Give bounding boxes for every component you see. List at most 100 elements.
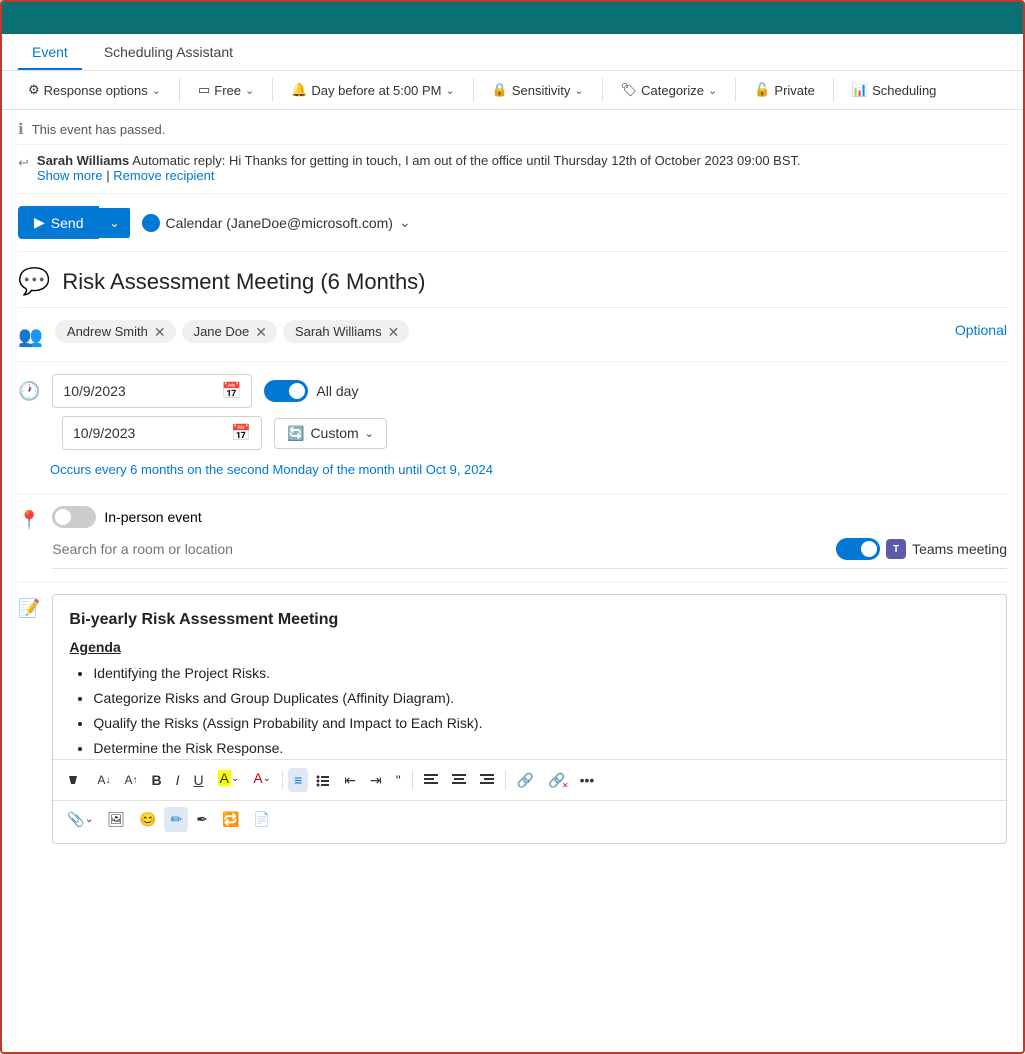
response-options-chevron: ⌄ (152, 84, 161, 97)
agenda-item-1: Identifying the Project Risks. (93, 663, 990, 684)
auto-reply-sender: Sarah Williams (37, 153, 129, 168)
italic-button[interactable]: I (170, 768, 186, 792)
reminder-button[interactable]: 🔔 Day before at 5:00 PM ⌄ (281, 77, 464, 103)
info-bar: ℹ This event has passed. (18, 110, 1007, 145)
teams-toggle[interactable] (836, 538, 880, 560)
quote-button[interactable]: " (390, 768, 407, 792)
recurrence-button[interactable]: 🔄 Custom ⌄ (274, 418, 387, 449)
attendee-tag-sarah: Sarah Williams ✕ (283, 320, 409, 343)
private-button[interactable]: 🔓 Private (744, 77, 825, 103)
reminder-chevron: ⌄ (445, 84, 454, 97)
scheduling-button[interactable]: 📊 Scheduling (842, 77, 947, 103)
datetime-row-start: 🕐 10/9/2023 📅 All day (18, 374, 1007, 408)
top-bar (2, 2, 1023, 34)
info-icon: ℹ (18, 120, 24, 138)
sensitivity-button[interactable]: 🔒 Sensitivity ⌄ (482, 77, 594, 103)
calendar-chevron: ⌄ (399, 214, 411, 231)
all-day-label: All day (316, 383, 358, 399)
show-as-chevron: ⌄ (245, 84, 254, 97)
auto-reply-text: Sarah Williams Automatic reply: Hi Thank… (37, 153, 801, 183)
inperson-label: In-person event (104, 509, 201, 525)
bold-button[interactable]: B (145, 768, 167, 792)
show-more-link[interactable]: Show more (37, 168, 103, 183)
indent-decrease-button[interactable]: ⇤ (338, 768, 362, 793)
location-search-input[interactable] (52, 541, 836, 557)
reminder-icon: 🔔 (291, 82, 307, 98)
end-cal-icon: 📅 (231, 423, 251, 443)
body-editor[interactable]: Bi-yearly Risk Assessment Meeting Agenda… (52, 594, 1007, 844)
response-options-icon: ⚙ (28, 82, 40, 98)
clock-icon: 🕐 (18, 381, 40, 402)
highlight-button[interactable]: A ⌄ (212, 766, 246, 794)
loop-button[interactable]: 🔁 (216, 807, 245, 832)
all-day-toggle-container: All day (264, 380, 358, 402)
tab-scheduling-assistant[interactable]: Scheduling Assistant (90, 34, 247, 70)
end-date-picker-wrapper: 10/9/2023 📅 (62, 416, 262, 450)
align-right-button[interactable] (474, 770, 500, 790)
remove-sarah-button[interactable]: ✕ (388, 325, 400, 339)
font-size-increase-button[interactable]: A↑ (118, 769, 143, 791)
start-cal-icon: 📅 (222, 381, 242, 401)
teams-icon: T (886, 539, 906, 559)
insert-link-button[interactable]: 🔗 (511, 768, 540, 793)
optional-label[interactable]: Optional (955, 322, 1007, 338)
meeting-title[interactable]: Risk Assessment Meeting (6 Months) (62, 269, 425, 295)
meeting-title-section: 💬 Risk Assessment Meeting (6 Months) (18, 252, 1007, 308)
calendar-dot (142, 214, 160, 232)
agenda-item-3: Qualify the Risks (Assign Probability an… (93, 713, 990, 734)
send-button-group: ▶ Send ⌄ (18, 206, 130, 239)
font-size-decrease-button[interactable]: A↓ (91, 769, 116, 791)
location-icon: 📍 (18, 510, 40, 531)
align-left-button[interactable] (418, 770, 444, 790)
remove-link-button[interactable]: 🔗✕ (542, 768, 571, 793)
agenda-heading: Agenda (69, 639, 990, 655)
align-center-button[interactable]: ≡ (288, 768, 308, 792)
tab-event[interactable]: Event (18, 34, 82, 70)
recurrence-info[interactable]: Occurs every 6 months on the second Mond… (18, 458, 1007, 481)
show-as-icon: ▭ (198, 82, 210, 98)
inperson-row: In-person event (52, 506, 1007, 528)
bullets-button[interactable] (310, 769, 336, 791)
location-content: In-person event T Teams meeting (52, 506, 1007, 569)
auto-reply-message: Automatic reply: Hi Thanks for getting i… (132, 153, 800, 168)
start-date-picker[interactable]: 10/9/2023 📅 (52, 374, 252, 408)
fmt-sep-2 (412, 770, 413, 790)
remove-recipient-link[interactable]: Remove recipient (113, 168, 214, 183)
align-center2-button[interactable] (446, 770, 472, 790)
template-button[interactable]: 📄 (247, 807, 276, 832)
send-dropdown-button[interactable]: ⌄ (99, 208, 129, 238)
end-date-picker[interactable]: 10/9/2023 📅 (62, 416, 262, 450)
attendees-icon: 👥 (18, 324, 43, 349)
draw-button[interactable]: ✒ (190, 807, 214, 832)
teams-row: T Teams meeting (836, 538, 1007, 560)
send-main-button[interactable]: ▶ Send (18, 206, 99, 239)
inperson-toggle[interactable] (52, 506, 96, 528)
indent-increase-button[interactable]: ⇥ (364, 768, 388, 793)
response-options-button[interactable]: ⚙ Response options ⌄ (18, 77, 171, 103)
underline-button[interactable]: U (187, 768, 209, 792)
auto-reply-bar: ↩ Sarah Williams Automatic reply: Hi Tha… (18, 145, 1007, 194)
datetime-section: 🕐 10/9/2023 📅 All day 10/9/20 (18, 362, 1007, 494)
calendar-selector[interactable]: Calendar (JaneDoe@microsoft.com) ⌄ (142, 214, 411, 232)
end-date-text: 10/9/2023 (73, 425, 223, 441)
clear-format-button[interactable] (61, 768, 89, 792)
all-day-toggle[interactable] (264, 380, 308, 402)
attendee-name-jane: Jane Doe (194, 324, 250, 339)
insert-image-button[interactable]: 🖼 (101, 807, 131, 832)
font-color-button[interactable]: A ⌄ (247, 766, 277, 794)
meeting-icon: 💬 (18, 266, 50, 297)
format-toolbar-row2: 📎⌄ 🖼 😊 ✏ ✒ 🔁 📄 (53, 800, 1006, 838)
show-as-button[interactable]: ▭ Free ⌄ (188, 77, 264, 103)
more-options-button[interactable]: ••• (574, 768, 601, 792)
remove-andrew-button[interactable]: ✕ (154, 325, 166, 339)
emoji-button[interactable]: 😊 (133, 807, 162, 832)
attendee-tag-jane: Jane Doe ✕ (182, 320, 277, 343)
toolbar-sep-1 (179, 78, 180, 102)
toolbar-sep-2 (272, 78, 273, 102)
highlight2-button[interactable]: ✏ (164, 807, 188, 832)
categorize-button[interactable]: 🏷 Categorize ⌄ (611, 77, 728, 103)
agenda-item-4: Determine the Risk Response. (93, 738, 990, 759)
body-section: 📝 Bi-yearly Risk Assessment Meeting Agen… (18, 582, 1007, 856)
attach-button[interactable]: 📎⌄ (61, 807, 99, 832)
remove-jane-button[interactable]: ✕ (255, 325, 267, 339)
